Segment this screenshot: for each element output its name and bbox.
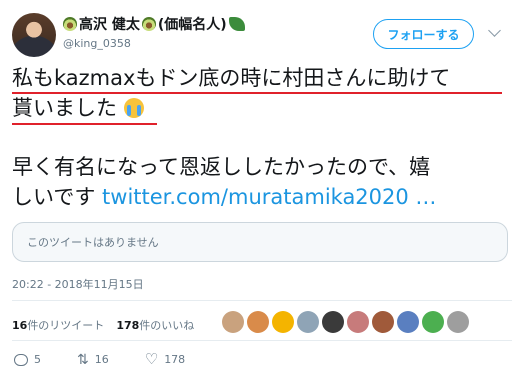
liker-avatar[interactable] xyxy=(447,311,469,333)
retweet-stat-count: 16 xyxy=(12,319,28,332)
crying-face-emoji-icon xyxy=(123,98,144,118)
reply-button[interactable]: 5 xyxy=(14,353,41,366)
leaf-emoji-icon xyxy=(228,17,245,31)
liker-avatar[interactable] xyxy=(347,311,369,333)
liker-avatar[interactable] xyxy=(372,311,394,333)
tweet-line-4: しいです twitter.com/muratamika2020 … xyxy=(12,182,436,212)
tweet-timestamp[interactable]: 20:22 - 2018年11月15日 xyxy=(12,276,144,292)
avocado-emoji-icon xyxy=(63,17,77,31)
tweet-stats: 16件のリツイート 178件のいいね xyxy=(12,317,194,333)
author-handle[interactable]: @king_0358 xyxy=(63,37,131,50)
like-count: 178 xyxy=(164,353,186,366)
red-underline xyxy=(12,123,157,125)
tweet-line-4-text: しいです xyxy=(12,185,103,209)
tweet-actions: 5 ⇅ 16 ♡ 178 xyxy=(14,352,221,367)
author-name-row[interactable]: 高沢 健太 (価幅名人) xyxy=(63,14,245,34)
liker-avatars xyxy=(222,311,469,333)
author-name[interactable]: 高沢 健太 xyxy=(79,14,140,34)
liker-avatar[interactable] xyxy=(247,311,269,333)
like-stat-label: 件のいいね xyxy=(139,319,195,332)
author-avatar[interactable] xyxy=(12,13,56,57)
retweet-count: 16 xyxy=(94,353,109,366)
retweet-icon: ⇅ xyxy=(77,351,89,368)
quoted-tweet-unavailable: このツイートはありません xyxy=(12,222,508,262)
chevron-down-icon[interactable] xyxy=(488,24,501,37)
liker-avatar[interactable] xyxy=(272,311,294,333)
tweet-link[interactable]: twitter.com/muratamika2020 … xyxy=(102,185,436,209)
liker-avatar[interactable] xyxy=(222,311,244,333)
retweet-stat[interactable]: 16件のリツイート xyxy=(12,317,104,333)
liker-avatar[interactable] xyxy=(397,311,419,333)
tweet-line-1: 私もkazmaxもドン底の時に村田さんに助けて xyxy=(12,66,451,90)
like-button[interactable]: ♡ 178 xyxy=(145,352,185,367)
like-stat[interactable]: 178件のいいね xyxy=(116,317,194,333)
follow-button[interactable]: フォローする xyxy=(373,19,474,49)
liker-avatar[interactable] xyxy=(322,311,344,333)
divider xyxy=(12,300,512,301)
tweet-line-3: 早く有名になって恩返ししたかったので、嬉 xyxy=(12,155,431,179)
heart-icon: ♡ xyxy=(144,350,159,368)
like-stat-count: 178 xyxy=(116,319,140,332)
author-name-suffix[interactable]: (価幅名人) xyxy=(158,14,227,34)
reply-icon xyxy=(14,353,28,366)
quoted-tweet-text: このツイートはありません xyxy=(27,236,159,249)
liker-avatar[interactable] xyxy=(297,311,319,333)
tweet-line-2-text: 貰いました xyxy=(12,96,117,120)
divider xyxy=(12,340,512,341)
retweet-stat-label: 件のリツイート xyxy=(27,319,105,332)
tweet-line-2: 貰いました xyxy=(12,93,144,123)
avocado-emoji-icon xyxy=(141,17,156,31)
retweet-button[interactable]: ⇅ 16 xyxy=(77,353,109,367)
reply-count: 5 xyxy=(34,353,41,366)
liker-avatar[interactable] xyxy=(422,311,444,333)
